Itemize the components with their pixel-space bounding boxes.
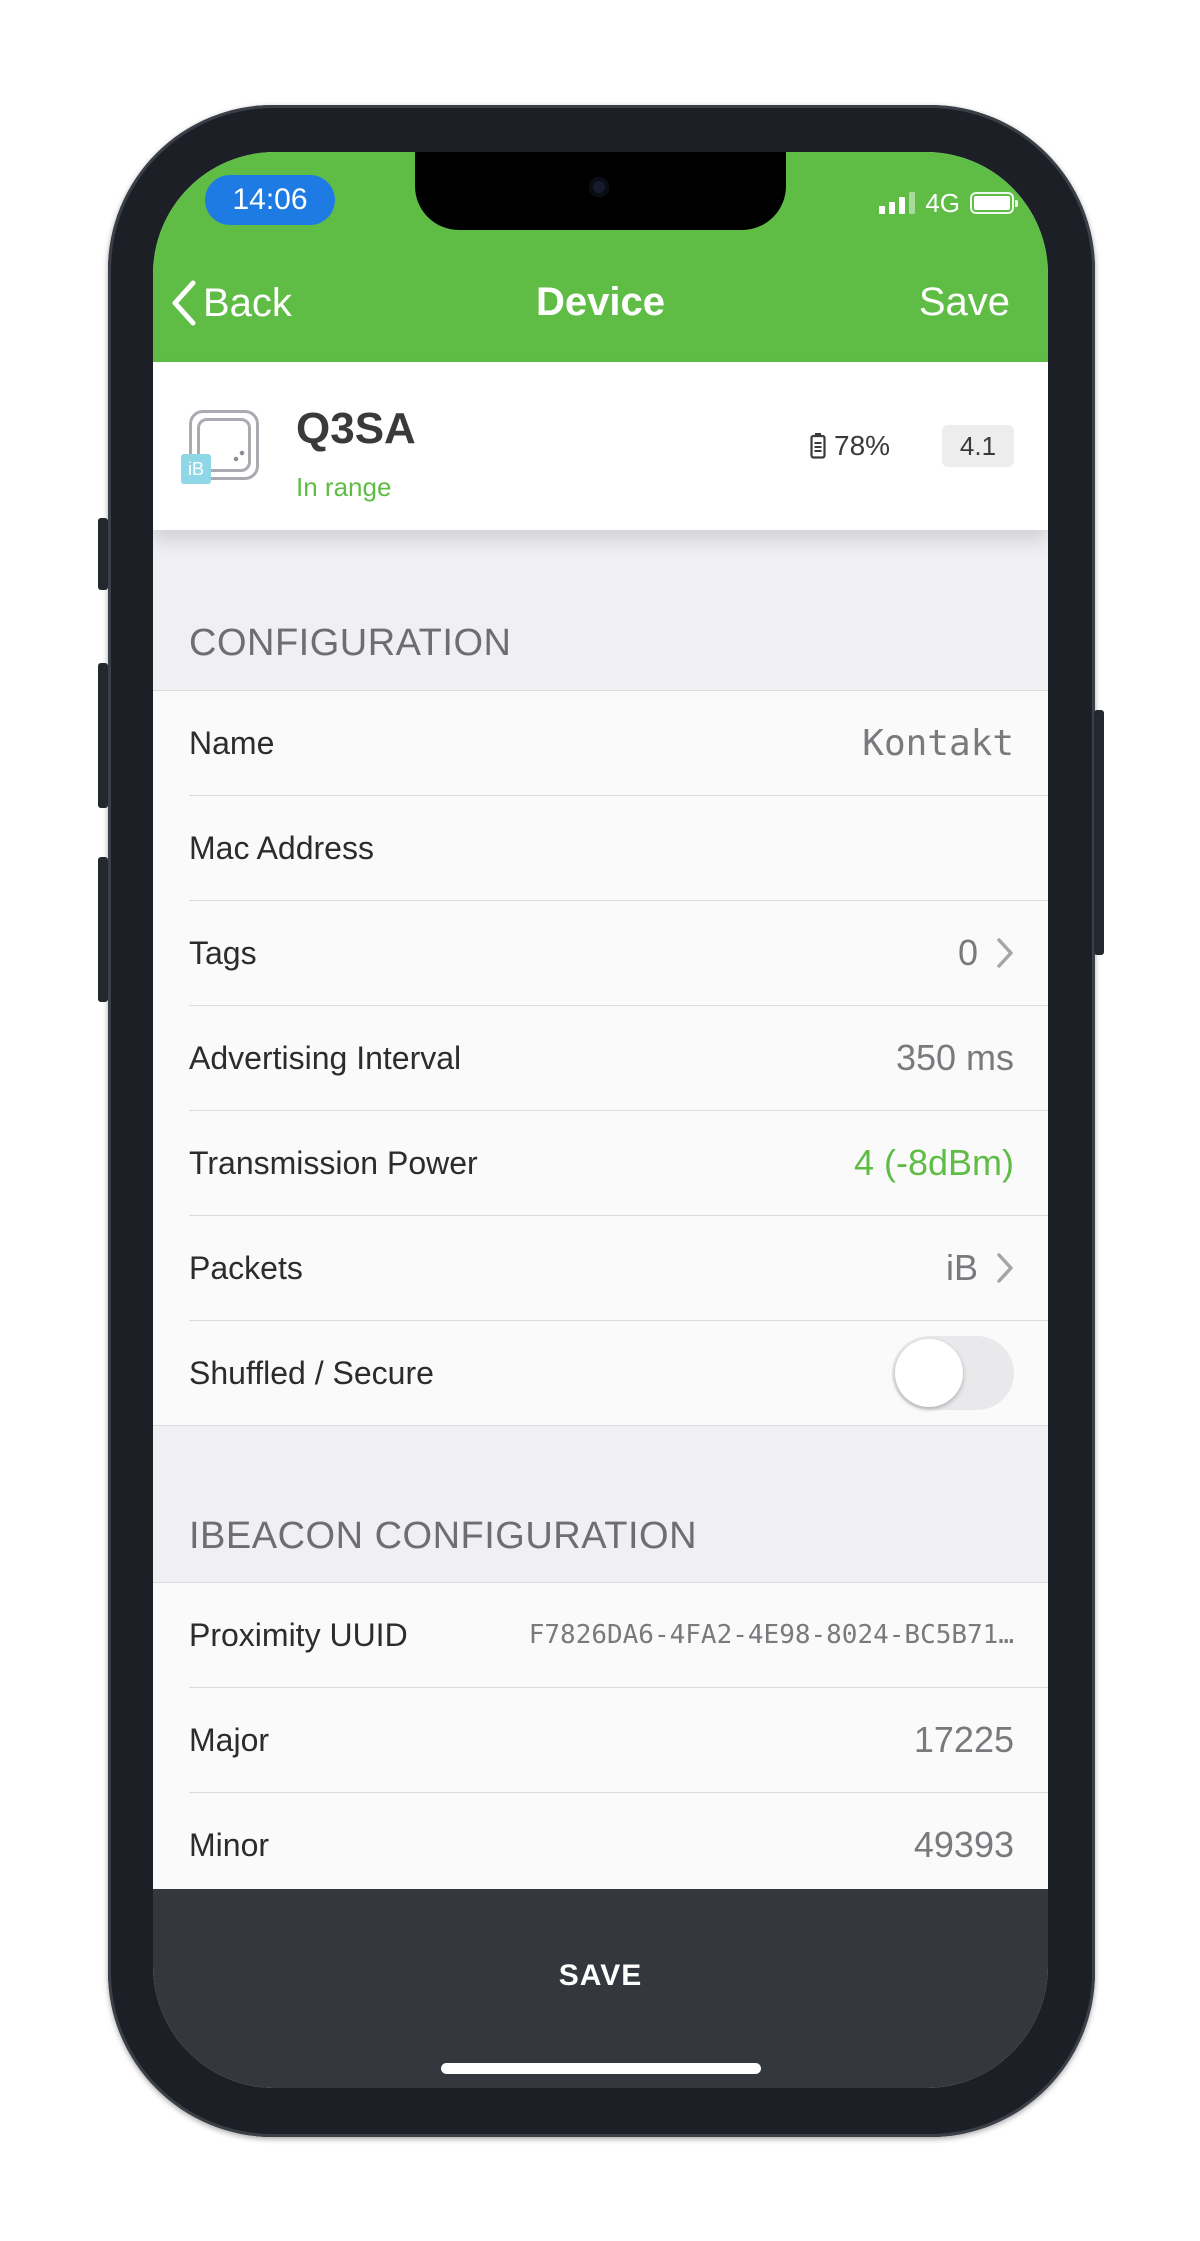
- minor-value: 49393: [913, 1824, 1014, 1865]
- beacon-device-icon: iB: [181, 410, 261, 484]
- phone-volume-down-button: [98, 857, 108, 1002]
- shuffled-secure-toggle[interactable]: [892, 1336, 1014, 1410]
- phone-mute-switch: [98, 518, 108, 590]
- device-battery: 78%: [810, 430, 890, 462]
- device-summary-card: iB Q3SA In range 78% 4.1: [153, 362, 1048, 530]
- toggle-knob: [895, 1339, 963, 1407]
- device-name: Q3SA: [296, 404, 416, 453]
- minor-label: Minor: [189, 1826, 270, 1863]
- chevron-right-icon: [997, 1253, 1013, 1283]
- signal-bars-icon: [879, 192, 916, 214]
- name-row[interactable]: Name Kontakt: [189, 691, 1048, 796]
- proximity-uuid-row[interactable]: Proximity UUID F7826DA6-4FA2-4E98-8024-B…: [189, 1583, 1048, 1688]
- phone-power-button: [1094, 710, 1104, 955]
- advertising-interval-label: Advertising Interval: [189, 1039, 462, 1076]
- minor-row[interactable]: Minor 49393: [189, 1793, 1048, 1897]
- major-row[interactable]: Major 17225: [189, 1688, 1048, 1793]
- ibeacon-badge: iB: [181, 454, 211, 484]
- back-button-label: Back: [203, 280, 292, 325]
- status-time: 14:06: [205, 175, 335, 225]
- shuffled-secure-row: Shuffled / Secure: [189, 1321, 1048, 1425]
- back-button[interactable]: Back: [171, 280, 292, 326]
- mac-address-row: Mac Address: [189, 796, 1048, 901]
- firmware-version-badge: 4.1: [942, 425, 1014, 467]
- proximity-uuid-label: Proximity UUID: [189, 1616, 408, 1653]
- transmission-power-row[interactable]: Transmission Power 4 (-8dBm): [189, 1111, 1048, 1216]
- packets-value: iB: [945, 1247, 978, 1288]
- battery-vertical-icon: [810, 433, 826, 459]
- save-nav-button[interactable]: Save: [919, 280, 1010, 325]
- tags-row[interactable]: Tags 0: [189, 901, 1048, 1006]
- device-battery-level: 78%: [834, 430, 891, 461]
- shuffled-secure-label: Shuffled / Secure: [189, 1354, 434, 1391]
- tags-value: 0: [957, 932, 978, 973]
- major-value: 17225: [913, 1719, 1014, 1760]
- transmission-power-label: Transmission Power: [189, 1144, 478, 1181]
- name-label: Name: [189, 724, 275, 761]
- device-range-status: In range: [296, 472, 392, 502]
- chevron-left-icon: [172, 280, 196, 326]
- configuration-section-header: CONFIGURATION: [189, 622, 512, 664]
- battery-icon: [970, 192, 1018, 214]
- home-indicator: [441, 2063, 761, 2074]
- tags-label: Tags: [189, 934, 257, 971]
- network-type: 4G: [925, 187, 960, 218]
- ibeacon-section-header: IBEACON CONFIGURATION: [189, 1515, 698, 1557]
- save-button[interactable]: SAVE: [153, 1959, 1048, 1993]
- proximity-uuid-value: F7826DA6-4FA2-4E98-8024-BC5B71…: [528, 1620, 1014, 1650]
- advertising-interval-row[interactable]: Advertising Interval 350 ms: [189, 1006, 1048, 1111]
- bottom-save-bar: SAVE: [153, 1889, 1048, 2088]
- tags-value-wrap: 0: [958, 932, 1014, 974]
- major-label: Major: [189, 1721, 270, 1758]
- ibeacon-group: Proximity UUID F7826DA6-4FA2-4E98-8024-B…: [153, 1582, 1048, 1897]
- packets-row[interactable]: Packets iB: [189, 1216, 1048, 1321]
- status-indicators: 4G: [879, 187, 1018, 218]
- phone-volume-up-button: [98, 663, 108, 808]
- phone-screen: 14:06 4G Back Device Save iB Q3SA In ran…: [153, 152, 1048, 2088]
- packets-label: Packets: [189, 1249, 303, 1286]
- configuration-group: Name Kontakt Mac Address Tags 0 Advertis…: [153, 690, 1048, 1426]
- front-camera: [589, 177, 610, 197]
- chevron-right-icon: [997, 938, 1013, 968]
- advertising-interval-value: 350 ms: [895, 1037, 1014, 1078]
- mac-address-label: Mac Address: [189, 829, 374, 866]
- name-value: Kontakt: [862, 722, 1014, 764]
- transmission-power-value: 4 (-8dBm): [853, 1142, 1014, 1183]
- packets-value-wrap: iB: [946, 1247, 1014, 1289]
- phone-notch: [415, 152, 786, 230]
